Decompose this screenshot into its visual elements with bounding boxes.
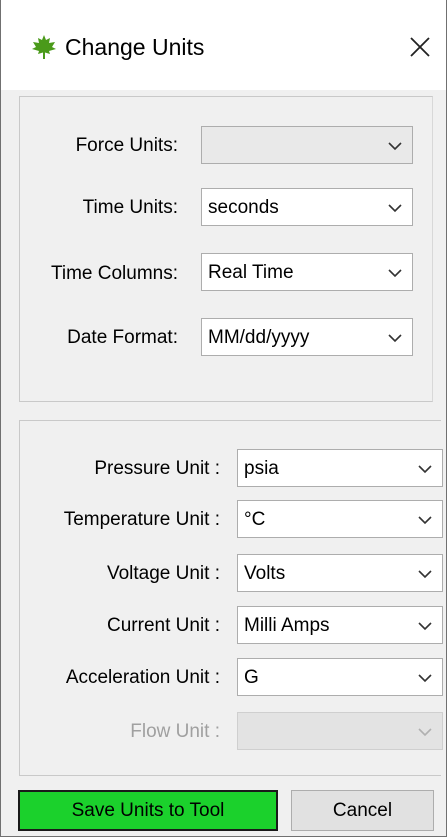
maple-leaf-icon [32, 35, 56, 59]
save-units-button[interactable]: Save Units to Tool [18, 790, 278, 831]
window-title: Change Units [65, 34, 205, 60]
acceleration-unit-value: G [244, 667, 259, 688]
chevron-down-icon [418, 674, 432, 683]
chevron-down-icon [418, 465, 432, 474]
pressure-unit-select[interactable]: psia [237, 449, 443, 487]
acceleration-unit-label: Acceleration Unit : [65, 667, 220, 688]
flow-unit-label: Flow Unit : [130, 721, 220, 742]
time-columns-select[interactable]: Real Time [201, 253, 413, 291]
voltage-unit-select[interactable]: Volts [237, 554, 443, 592]
chevron-down-icon [418, 728, 432, 737]
cancel-button[interactable]: Cancel [291, 790, 434, 831]
flow-unit-select [237, 712, 443, 750]
force-units-select[interactable] [201, 126, 413, 164]
current-unit-value: Milli Amps [244, 615, 330, 636]
close-button[interactable] [403, 30, 437, 64]
chevron-down-icon [418, 622, 432, 631]
temperature-unit-value: °C [244, 509, 266, 530]
temperature-unit-select[interactable]: °C [237, 500, 443, 538]
voltage-unit-label: Voltage Unit : [106, 563, 220, 584]
chevron-down-icon [388, 142, 402, 151]
chevron-down-icon [388, 269, 402, 278]
pressure-unit-label: Pressure Unit : [94, 458, 220, 479]
title-bar: Change Units [1, 0, 446, 90]
force-units-label: Force Units: [75, 135, 178, 156]
chevron-down-icon [388, 204, 402, 213]
chevron-down-icon [418, 570, 432, 579]
time-units-value: seconds [208, 197, 279, 218]
time-columns-label: Time Columns: [50, 263, 178, 284]
temperature-unit-label: Temperature Unit : [63, 509, 220, 530]
chevron-down-icon [418, 516, 432, 525]
voltage-unit-value: Volts [244, 563, 286, 584]
chevron-down-icon [388, 334, 402, 343]
date-format-select[interactable]: MM/dd/yyyy [201, 318, 413, 356]
date-format-label: Date Format: [67, 327, 178, 348]
time-columns-value: Real Time [208, 262, 294, 283]
date-format-value: MM/dd/yyyy [208, 327, 310, 348]
current-unit-label: Current Unit : [107, 615, 220, 636]
change-units-dialog: Change Units Time Units: seconds Time Co… [0, 0, 447, 837]
acceleration-unit-select[interactable]: G [237, 658, 443, 696]
close-icon [410, 37, 430, 57]
pressure-unit-value: psia [244, 458, 279, 479]
time-units-label: Time Units: [82, 197, 178, 218]
current-unit-select[interactable]: Milli Amps [237, 606, 443, 644]
time-units-select[interactable]: seconds [201, 188, 413, 226]
